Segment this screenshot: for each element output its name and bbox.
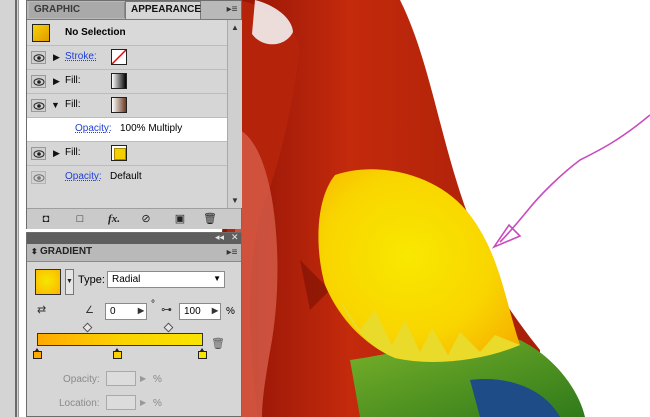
aspect-ratio-icon: ⊶	[161, 304, 172, 316]
tab-arrows-icon: ⬍	[31, 247, 40, 256]
fill-gradient-swatch[interactable]	[111, 73, 127, 89]
aspect-ratio-input[interactable]: 100 ▶	[179, 303, 221, 320]
gradient-tab-bar: ⬍ GRADIENT ▸≡	[27, 244, 241, 262]
gradient-stop-color	[113, 351, 122, 359]
opacity-value: Default	[110, 171, 142, 182]
gradient-panel: ◂◂ ✕ ⬍ GRADIENT ▸≡ ▼ Type: Radial ▼ ⇄ ∠ …	[26, 232, 242, 417]
location-input[interactable]	[106, 395, 136, 410]
stepper-icon[interactable]: ▶	[138, 306, 144, 315]
scroll-up-icon[interactable]: ▲	[231, 23, 239, 32]
opacity-label[interactable]: Opacity:	[65, 171, 102, 182]
fill-label: Fill:	[65, 147, 81, 158]
gradient-stop[interactable]	[113, 348, 122, 359]
duplicate-item-icon[interactable]: ▣	[173, 212, 187, 226]
percent-unit: %	[226, 306, 235, 317]
stroke-label[interactable]: Stroke:	[65, 51, 97, 62]
percent-unit: %	[153, 374, 162, 385]
opacity-input[interactable]	[106, 371, 136, 386]
gradient-preview-swatch[interactable]	[35, 269, 61, 295]
appearance-row-opacity-multiply[interactable]: Opacity: 100% Multiply	[27, 118, 227, 142]
close-panel-icon[interactable]: ✕	[231, 232, 239, 243]
panel-menu-icon[interactable]: ▸≡	[225, 3, 239, 16]
gradient-stop-color	[33, 351, 42, 359]
collapse-panel-icon[interactable]: ◂◂	[215, 232, 224, 243]
delete-item-icon[interactable]: 🗑	[203, 212, 217, 226]
gradient-slider-ramp[interactable]	[37, 333, 203, 346]
fill-yellow-swatch[interactable]	[111, 145, 127, 161]
opacity-label: Opacity:	[63, 374, 100, 385]
add-stroke-icon[interactable]: ◘	[39, 212, 53, 226]
add-effect-icon[interactable]: fx.	[107, 212, 121, 226]
appearance-row-fill-1[interactable]: ▶ Fill:	[27, 70, 227, 94]
fill-label: Fill:	[65, 99, 81, 110]
appearance-panel: GRAPHIC STYLES APPEARANCE ▸≡ No Selectio…	[26, 0, 242, 229]
stepper-icon[interactable]: ▶	[140, 398, 146, 407]
opacity-value: 100% Multiply	[120, 123, 183, 134]
chevron-down-icon: ▼	[213, 274, 221, 283]
appearance-scrollbar[interactable]: ▲ ▼	[227, 20, 242, 208]
type-value: Radial	[112, 274, 141, 285]
midpoint-diamond[interactable]	[82, 322, 93, 333]
tab-graphic-styles[interactable]: GRAPHIC STYLES	[29, 2, 125, 31]
gradient-stop-color	[198, 351, 207, 359]
reverse-gradient-icon[interactable]: ⇄	[37, 303, 46, 316]
angle-icon: ∠	[85, 305, 94, 316]
aspect-ratio-value: 100	[184, 306, 201, 317]
appearance-header: No Selection	[27, 20, 227, 46]
stroke-none-swatch[interactable]	[111, 49, 127, 65]
gradient-dropdown-button[interactable]: ▼	[65, 269, 74, 295]
visibility-eye-icon[interactable]	[31, 51, 46, 64]
angle-value: 0	[110, 306, 116, 317]
visibility-eye-icon[interactable]	[31, 147, 46, 160]
tab-gradient[interactable]: ⬍ GRADIENT	[31, 246, 92, 257]
appearance-row-stroke[interactable]: ▶ Stroke:	[27, 46, 227, 70]
collapse-triangle-icon[interactable]: ▼	[51, 100, 60, 110]
type-select[interactable]: Radial ▼	[107, 271, 225, 288]
scroll-down-icon[interactable]: ▼	[231, 196, 239, 205]
delete-stop-icon[interactable]: 🗑	[211, 337, 225, 350]
location-label: Location:	[59, 398, 100, 409]
visibility-eye-icon[interactable]	[31, 99, 46, 112]
stepper-icon[interactable]: ▶	[212, 306, 218, 315]
expand-triangle-icon[interactable]: ▶	[53, 76, 60, 87]
clear-appearance-icon[interactable]: ⊘	[139, 212, 153, 226]
opacity-label[interactable]: Opacity:	[75, 123, 112, 134]
panel-tab-bar: GRAPHIC STYLES APPEARANCE ▸≡	[27, 1, 241, 31]
appearance-row-opacity-default[interactable]: Opacity: Default	[27, 166, 227, 190]
appearance-row-fill-3[interactable]: ▶ Fill:	[27, 142, 227, 166]
tools-panel-edge	[0, 0, 19, 417]
angle-input[interactable]: 0 ▶	[105, 303, 147, 320]
gradient-stop[interactable]	[198, 348, 207, 359]
stepper-icon[interactable]: ▶	[140, 374, 146, 383]
fill-label: Fill:	[65, 75, 81, 86]
panel-menu-icon[interactable]: ▸≡	[225, 246, 239, 259]
add-fill-icon[interactable]: □	[73, 212, 87, 226]
gradient-stop[interactable]	[33, 348, 42, 359]
selection-thumbnail	[32, 24, 50, 42]
appearance-toolbar: ◘ □ fx. ⊘ ▣ 🗑	[27, 208, 241, 229]
tab-appearance[interactable]: APPEARANCE	[125, 1, 201, 19]
expand-triangle-icon[interactable]: ▶	[53, 52, 60, 63]
visibility-eye-icon[interactable]	[31, 75, 46, 88]
visibility-eye-icon[interactable]	[31, 171, 46, 184]
appearance-row-fill-2[interactable]: ▼ Fill:	[27, 94, 227, 118]
percent-unit: %	[153, 398, 162, 409]
expand-triangle-icon[interactable]: ▶	[53, 148, 60, 159]
midpoint-diamond[interactable]	[163, 322, 174, 333]
selection-title: No Selection	[65, 27, 126, 38]
type-label: Type:	[78, 274, 105, 286]
tab-gradient-label: GRADIENT	[39, 246, 93, 257]
fill-gradient-swatch[interactable]	[111, 97, 127, 113]
panel-dock-bar: ◂◂ ✕	[27, 232, 241, 244]
degree-unit: °	[151, 299, 155, 310]
